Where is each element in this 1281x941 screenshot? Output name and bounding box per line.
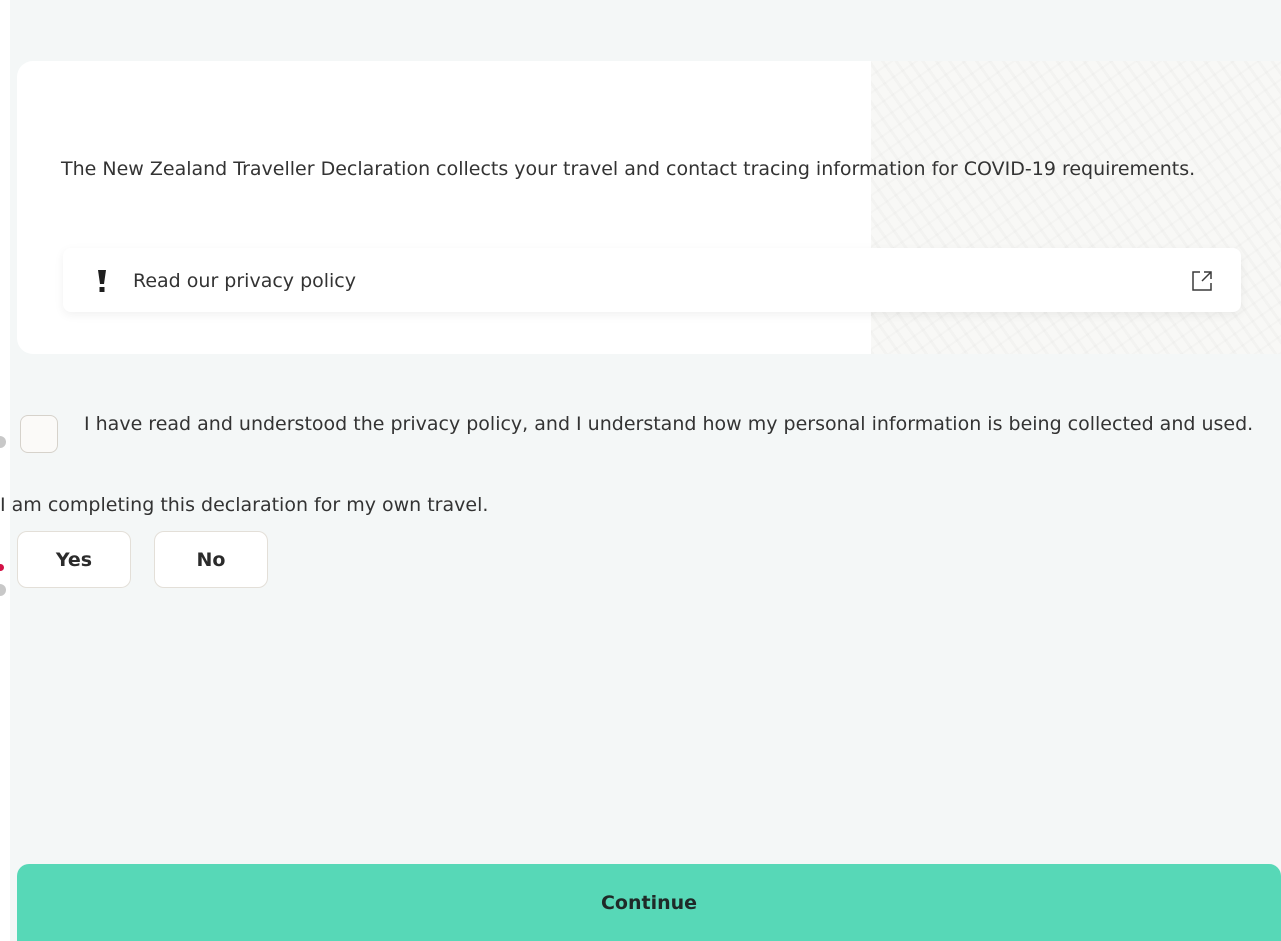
privacy-consent-label: I have read and understood the privacy p…: [84, 413, 1254, 435]
yes-button[interactable]: Yes: [17, 531, 131, 588]
intro-text: The New Zealand Traveller Declaration co…: [61, 158, 1196, 180]
exclamation-icon: [95, 269, 109, 293]
privacy-policy-label: Read our privacy policy: [133, 270, 356, 292]
privacy-consent-row[interactable]: I have read and understood the privacy p…: [20, 412, 1260, 464]
declaration-page: The New Zealand Traveller Declaration co…: [0, 0, 1281, 941]
privacy-policy-link[interactable]: Read our privacy policy: [63, 248, 1241, 312]
continue-button[interactable]: Continue: [17, 864, 1281, 941]
left-edge-strip: [0, 0, 10, 941]
no-button[interactable]: No: [154, 531, 268, 588]
own-travel-question: I am completing this declaration for my …: [0, 494, 489, 516]
privacy-consent-checkbox[interactable]: [20, 415, 58, 453]
privacy-info-card: The New Zealand Traveller Declaration co…: [17, 61, 1281, 354]
external-link-icon: [1191, 270, 1213, 292]
